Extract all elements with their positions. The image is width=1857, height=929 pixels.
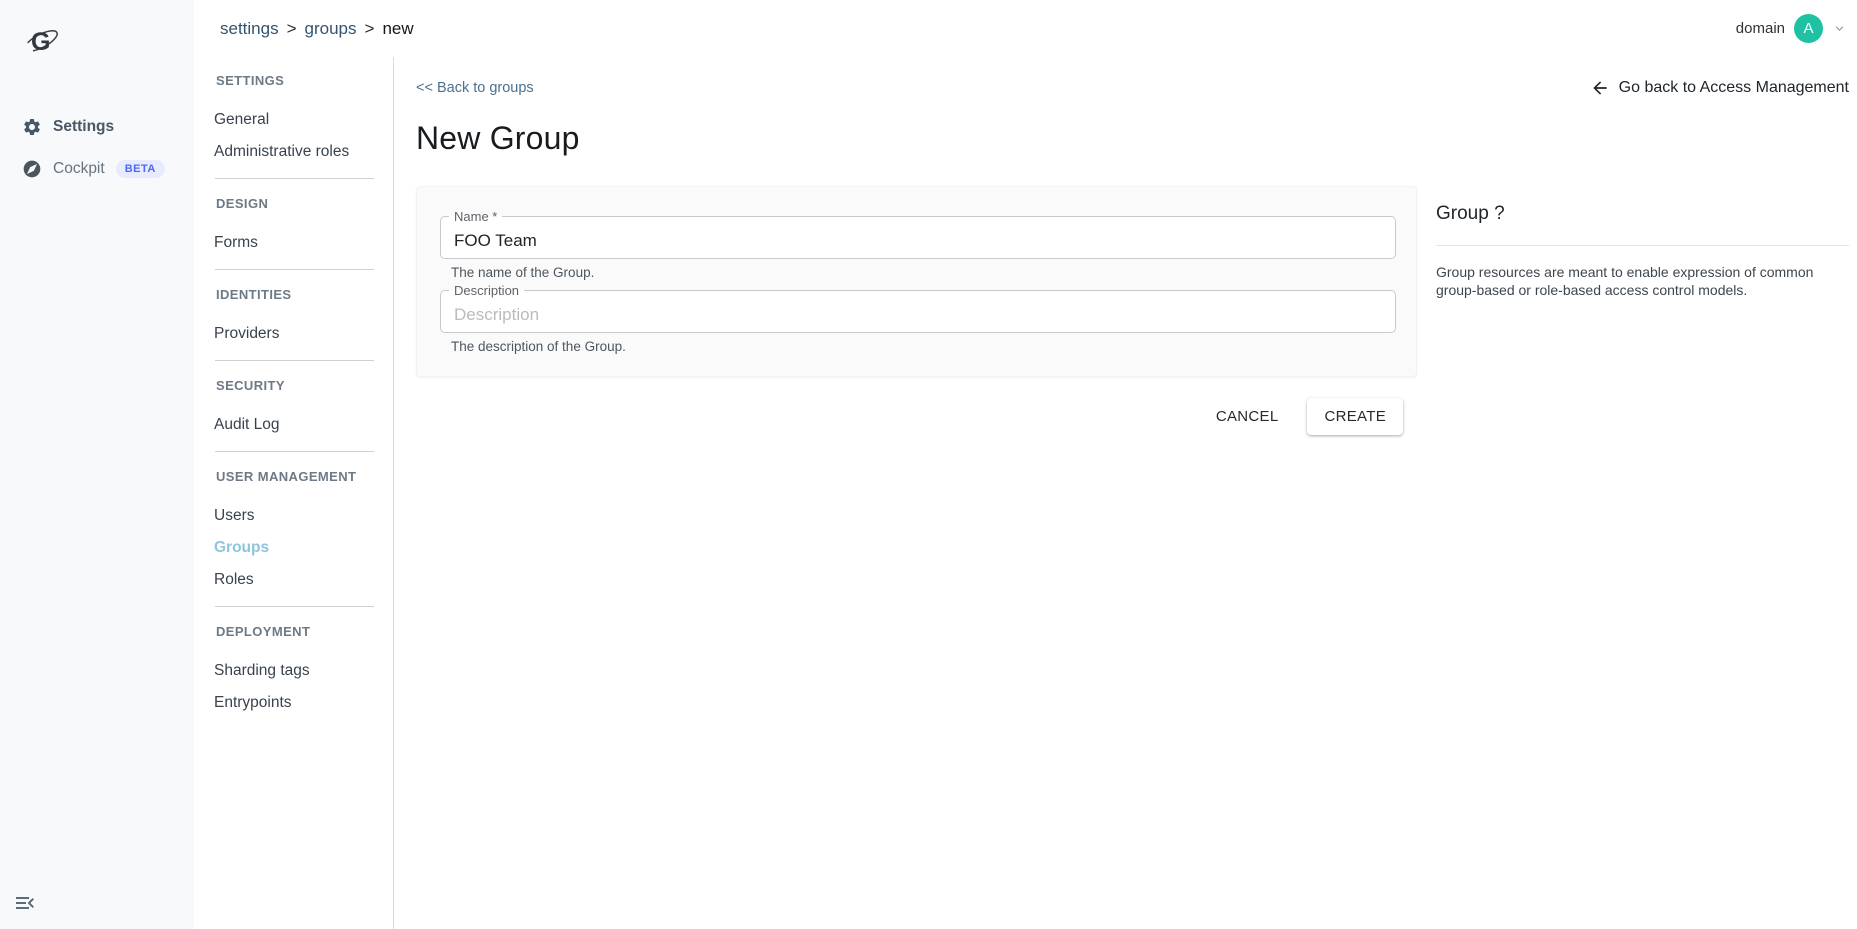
subnav-item-roles[interactable]: Roles [214, 570, 393, 590]
chevron-down-icon [1832, 21, 1847, 36]
collapse-menu-icon[interactable] [12, 891, 40, 917]
subnav-item-forms[interactable]: Forms [214, 233, 393, 253]
account-menu[interactable]: domain A [1736, 14, 1847, 43]
help-panel: Group ? Group resources are meant to ena… [1436, 186, 1849, 300]
divider [215, 178, 374, 179]
beta-badge: BETA [116, 160, 165, 178]
right-pane: settings > groups > new domain A SETTING… [194, 0, 1857, 929]
domain-label: domain [1736, 20, 1785, 37]
body-row: SETTINGS General Administrative roles DE… [194, 57, 1857, 929]
breadcrumb-new: new [382, 19, 413, 39]
svg-text:G: G [31, 28, 50, 56]
subnav-section-identities: IDENTITIES [216, 285, 393, 305]
breadcrumb: settings > groups > new [220, 19, 414, 39]
help-body-text: Group resources are meant to enable expr… [1436, 263, 1838, 300]
rail-settings-label: Settings [53, 118, 114, 136]
help-title: Group ? [1436, 203, 1849, 225]
divider [1436, 245, 1849, 246]
rail-cockpit-label: Cockpit [53, 160, 105, 178]
compass-icon [22, 159, 42, 179]
form-actions: CANCEL CREATE [416, 398, 1417, 435]
name-field: Name * [440, 217, 1396, 259]
subnav-item-sharding-tags[interactable]: Sharding tags [214, 661, 393, 681]
subnav-item-users[interactable]: Users [214, 506, 393, 526]
subnav-item-audit-log[interactable]: Audit Log [214, 415, 393, 435]
group-description-input[interactable] [440, 291, 1396, 333]
rail-item-settings[interactable]: Settings [0, 112, 194, 142]
app-root: G Settings Cockpit BETA [0, 0, 1857, 929]
arrow-left-icon [1590, 78, 1610, 98]
name-helper-text: The name of the Group. [451, 265, 1396, 280]
go-back-label: Go back to Access Management [1619, 79, 1849, 97]
subnav-section-settings: SETTINGS [216, 71, 393, 91]
divider [215, 269, 374, 270]
rail-item-cockpit[interactable]: Cockpit BETA [0, 154, 194, 184]
group-form-card: Name * The name of the Group. Descriptio… [416, 186, 1417, 377]
rail-nav: Settings Cockpit BETA [0, 112, 194, 196]
subnav-item-groups[interactable]: Groups [214, 538, 393, 558]
cancel-button[interactable]: CANCEL [1214, 399, 1281, 434]
divider [215, 606, 374, 607]
gravitee-logo-icon[interactable]: G [18, 20, 64, 62]
avatar: A [1794, 14, 1823, 43]
subnav-section-security: SECURITY [216, 376, 393, 396]
subnav-item-general[interactable]: General [214, 110, 393, 130]
divider [215, 451, 374, 452]
subnav-section-deployment: DEPLOYMENT [216, 622, 393, 642]
subnav-item-providers[interactable]: Providers [214, 324, 393, 344]
description-field: Description [440, 291, 1396, 333]
gear-icon [22, 117, 42, 137]
breadcrumb-separator: > [287, 19, 297, 39]
settings-subnav: SETTINGS General Administrative roles DE… [194, 57, 394, 929]
main-content: << Back to groups Go back to Access Mana… [394, 57, 1857, 929]
form-column: Name * The name of the Group. Descriptio… [416, 186, 1417, 435]
description-helper-text: The description of the Group. [451, 339, 1396, 354]
breadcrumb-separator: > [365, 19, 375, 39]
go-back-access-management-link[interactable]: Go back to Access Management [1590, 78, 1849, 98]
group-name-input[interactable] [440, 217, 1396, 259]
breadcrumb-settings[interactable]: settings [220, 19, 279, 39]
page-title: New Group [416, 120, 1849, 157]
left-rail: G Settings Cockpit BETA [0, 0, 194, 929]
breadcrumb-groups[interactable]: groups [305, 19, 357, 39]
divider [215, 360, 374, 361]
subnav-item-entrypoints[interactable]: Entrypoints [214, 693, 393, 713]
content-row: Name * The name of the Group. Descriptio… [416, 186, 1849, 435]
main-top-row: << Back to groups Go back to Access Mana… [416, 78, 1849, 98]
subnav-section-user-management: USER MANAGEMENT [216, 467, 393, 487]
subnav-item-administrative-roles[interactable]: Administrative roles [214, 142, 393, 162]
subnav-section-design: DESIGN [216, 194, 393, 214]
topbar: settings > groups > new domain A [194, 0, 1857, 57]
create-button[interactable]: CREATE [1307, 398, 1403, 435]
back-to-groups-link[interactable]: << Back to groups [416, 80, 534, 96]
